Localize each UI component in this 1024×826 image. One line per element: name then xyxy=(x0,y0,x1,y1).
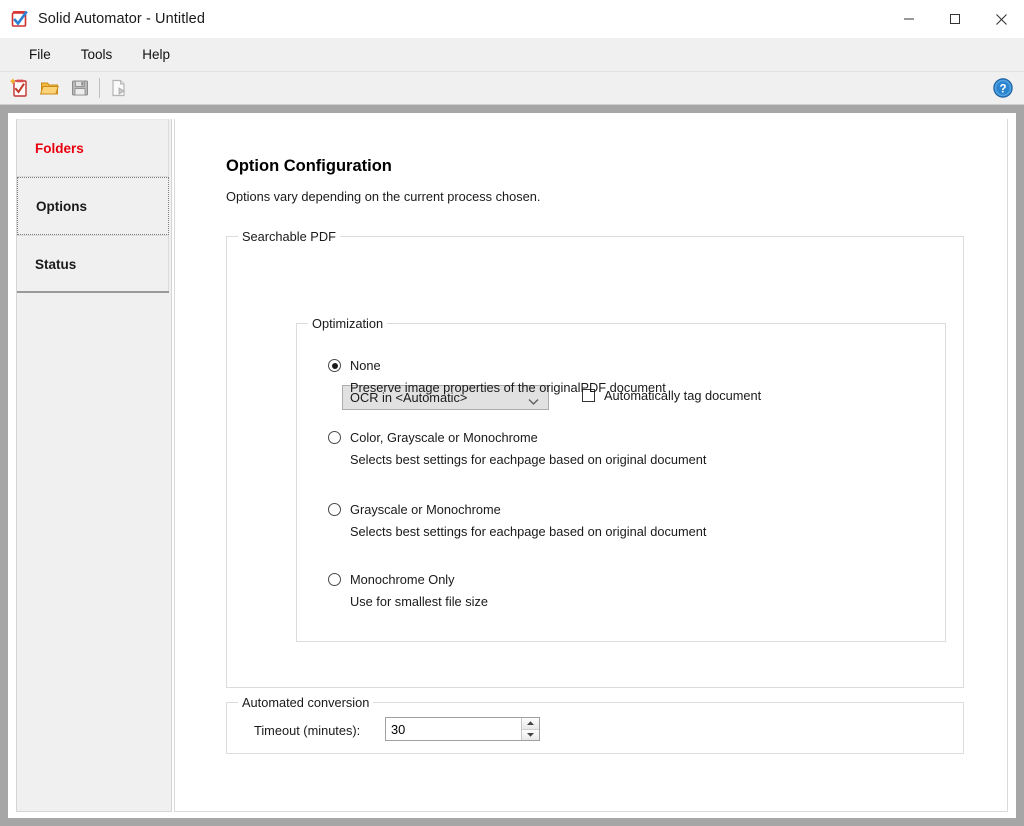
searchable-pdf-group: Searchable PDF OCR in <Automatic> Automa… xyxy=(226,229,964,688)
radio-option-color-label: Color, Grayscale or Monochrome xyxy=(350,430,538,445)
menu-bar: File Tools Help xyxy=(0,38,1024,72)
spinner-up-icon[interactable] xyxy=(522,718,539,729)
menu-item-help[interactable]: Help xyxy=(131,44,181,65)
minimize-icon[interactable] xyxy=(886,0,932,38)
automated-conversion-group: Automated conversion Timeout (minutes): … xyxy=(226,695,964,754)
tab-group-underline xyxy=(17,291,169,293)
radio-option-grayscale-description: Selects best settings for eachpage based… xyxy=(350,524,707,539)
timeout-label: Timeout (minutes): xyxy=(254,723,361,738)
window-controls xyxy=(886,0,1024,38)
radio-circle-grayscale-monochrome xyxy=(328,503,341,516)
radio-option-color-head: Color, Grayscale or Monochrome xyxy=(328,430,706,445)
menu-item-tools[interactable]: Tools xyxy=(70,44,124,65)
page-subtitle: Options vary depending on the current pr… xyxy=(226,189,541,204)
sidebar-item-folders[interactable]: Folders xyxy=(17,119,169,177)
searchable-pdf-legend: Searchable PDF xyxy=(238,229,340,244)
optimization-legend: Optimization xyxy=(308,316,388,331)
options-panel: Option Configuration Options vary depend… xyxy=(174,119,1008,812)
radio-circle-monochrome-only xyxy=(328,573,341,586)
radio-option-monochrome-head: Monochrome Only xyxy=(328,572,488,587)
automated-conversion-legend: Automated conversion xyxy=(238,695,374,710)
timeout-spin-buttons xyxy=(521,718,539,740)
save-icon xyxy=(65,74,95,102)
timeout-input-value[interactable]: 30 xyxy=(386,722,521,737)
timeout-stepper[interactable]: 30 xyxy=(385,717,540,741)
radio-option-monochrome-label: Monochrome Only xyxy=(350,572,455,587)
radio-option-none-description: Preserve image properties of the origina… xyxy=(350,380,666,395)
radio-option-monochrome-description: Use for smallest file size xyxy=(350,594,488,609)
title-bar: Solid Automator - Untitled xyxy=(0,0,1024,38)
radio-option-none-head: None xyxy=(328,358,666,373)
sidebar-item-status[interactable]: Status xyxy=(17,235,169,293)
sidebar-item-options[interactable]: Options xyxy=(17,177,169,235)
radio-option-none[interactable]: None Preserve image properties of the or… xyxy=(328,358,666,395)
radio-option-color-grayscale-monochrome[interactable]: Color, Grayscale or Monochrome Selects b… xyxy=(328,430,706,467)
run-process-icon xyxy=(104,74,134,102)
radio-option-monochrome-only[interactable]: Monochrome Only Use for smallest file si… xyxy=(328,572,488,609)
page-title: Option Configuration xyxy=(226,157,392,175)
sidebar-item-options-label: Options xyxy=(36,198,87,214)
open-folder-icon[interactable] xyxy=(35,74,65,102)
spinner-down-icon[interactable] xyxy=(522,728,539,740)
client-inner: Folders Options Status Option Configurat… xyxy=(8,113,1016,818)
new-icon[interactable] xyxy=(5,74,35,102)
radio-option-grayscale-label: Grayscale or Monochrome xyxy=(350,502,501,517)
close-icon[interactable] xyxy=(978,0,1024,38)
radio-option-color-description: Selects best settings for eachpage based… xyxy=(350,452,707,467)
client-area: Folders Options Status Option Configurat… xyxy=(0,105,1024,826)
radio-option-grayscale-head: Grayscale or Monochrome xyxy=(328,502,706,517)
tool-bar: ? xyxy=(0,72,1024,105)
sidebar-item-status-label: Status xyxy=(35,256,77,272)
toolbar-separator xyxy=(99,78,100,98)
maximize-icon[interactable] xyxy=(932,0,978,38)
application-window: Solid Automator - Untitled File Tools He… xyxy=(0,0,1024,826)
clipboard-check-icon xyxy=(10,9,30,29)
radio-circle-color-grayscale-monochrome xyxy=(328,431,341,444)
radio-circle-none xyxy=(328,359,341,372)
window-title: Solid Automator - Untitled xyxy=(38,11,206,27)
optimization-group: Optimization None Preserve image propert… xyxy=(296,316,946,642)
svg-text:?: ? xyxy=(999,84,1006,96)
help-icon[interactable]: ? xyxy=(992,77,1014,99)
radio-option-none-label: None xyxy=(350,358,381,373)
sidebar-tabs: Folders Options Status xyxy=(16,119,172,812)
radio-option-grayscale-monochrome[interactable]: Grayscale or Monochrome Selects best set… xyxy=(328,502,706,539)
sidebar-item-folders-label: Folders xyxy=(35,140,84,156)
menu-item-file[interactable]: File xyxy=(18,44,62,65)
